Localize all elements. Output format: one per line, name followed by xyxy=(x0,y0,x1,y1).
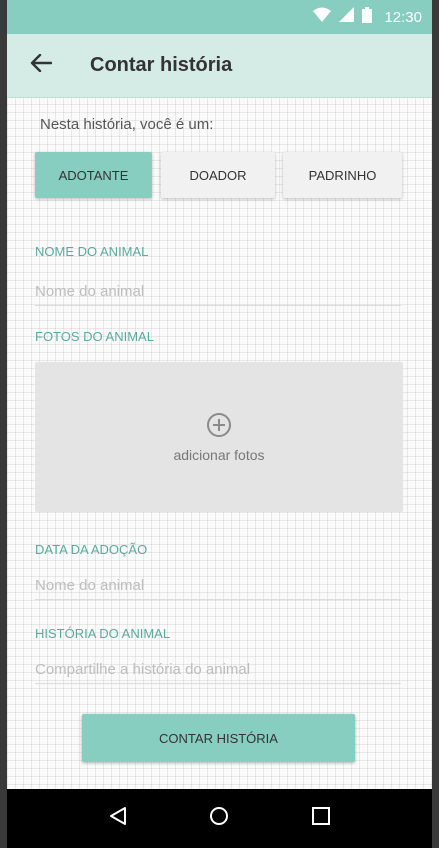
arrow-back-icon xyxy=(30,53,53,77)
add-circle-icon xyxy=(206,412,232,443)
status-bar: 12:30 xyxy=(7,0,432,34)
add-photos-area[interactable]: adicionar fotos xyxy=(35,362,403,512)
phone-screen: 12:30 Contar história Nesta história, vo… xyxy=(7,0,432,848)
recents-square-icon xyxy=(311,806,331,831)
home-circle-icon xyxy=(209,806,229,831)
nav-recents-button[interactable] xyxy=(301,799,341,839)
adoption-date-input[interactable] xyxy=(35,572,401,600)
wifi-icon xyxy=(313,7,332,27)
animal-story-label: HISTÓRIA DO ANIMAL xyxy=(35,626,171,641)
android-nav-bar xyxy=(7,789,432,848)
battery-icon xyxy=(362,6,373,28)
add-photos-label: adicionar fotos xyxy=(173,446,265,463)
animal-story-input[interactable] xyxy=(35,656,401,684)
nav-home-button[interactable] xyxy=(199,799,239,839)
status-time: 12:30 xyxy=(384,8,422,26)
role-button-doador[interactable]: DOADOR xyxy=(161,152,275,198)
animal-name-label: NOME DO ANIMAL xyxy=(35,244,149,259)
back-button[interactable] xyxy=(21,46,61,86)
adoption-date-label: DATA DA ADOÇÃO xyxy=(35,542,148,557)
app-bar: Contar história xyxy=(7,34,432,98)
role-prompt: Nesta história, você é um: xyxy=(40,116,214,133)
role-button-padrinho[interactable]: PADRINHO xyxy=(283,152,402,198)
animal-photos-label: FOTOS DO ANIMAL xyxy=(35,329,154,344)
nav-back-button[interactable] xyxy=(98,799,138,839)
role-button-adotante[interactable]: ADOTANTE xyxy=(35,152,152,198)
animal-name-input[interactable] xyxy=(35,278,401,306)
back-triangle-icon xyxy=(108,806,128,831)
page-title: Contar história xyxy=(90,54,233,76)
submit-story-button[interactable]: CONTAR HISTÓRIA xyxy=(82,714,355,762)
signal-icon xyxy=(339,7,355,27)
